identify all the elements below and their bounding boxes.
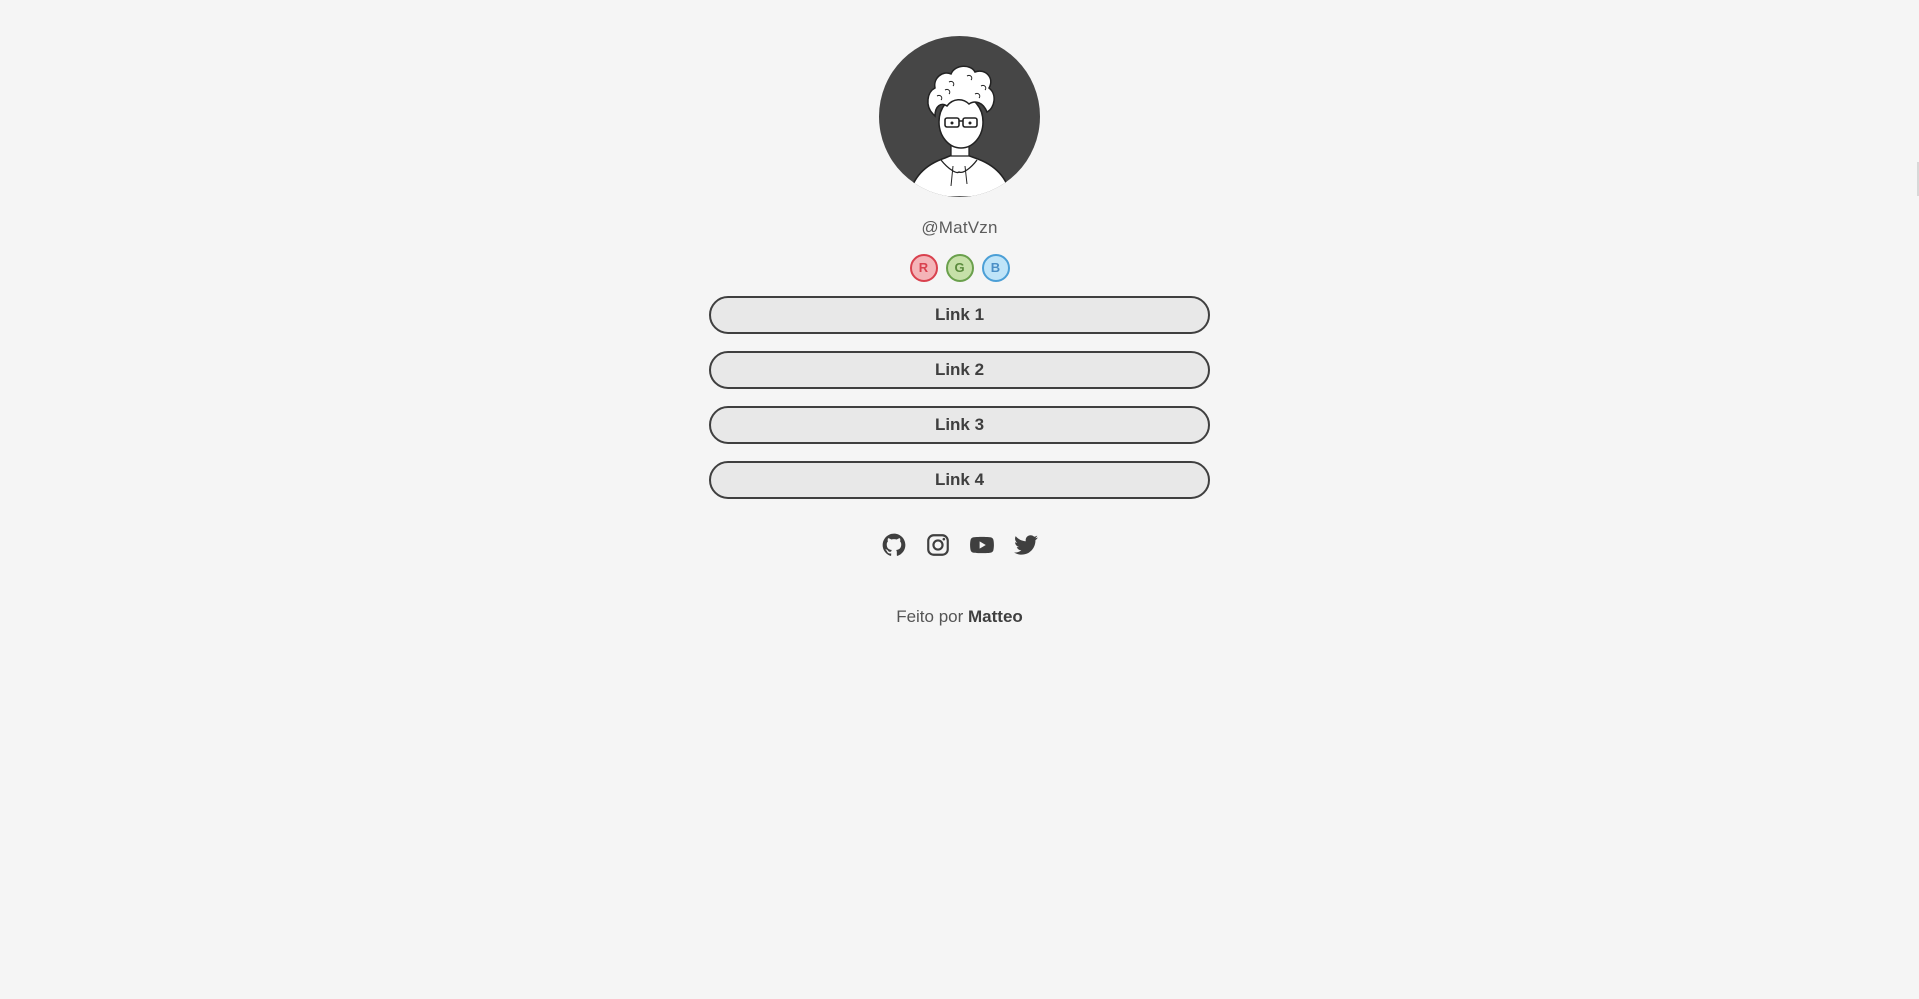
footer-credit: Feito por Matteo <box>896 606 1023 628</box>
instagram-icon[interactable] <box>925 532 951 558</box>
page: @MatVzn R G B Link 1 Link 2 Link 3 Link … <box>0 0 1919 999</box>
footer-prefix: Feito por <box>896 607 964 626</box>
link-2-button[interactable]: Link 2 <box>709 351 1210 389</box>
social-links <box>881 532 1039 558</box>
github-icon[interactable] <box>881 532 907 558</box>
twitter-icon[interactable] <box>1013 532 1039 558</box>
link-list: Link 1 Link 2 Link 3 Link 4 <box>709 296 1210 499</box>
theme-switcher: R G B <box>909 254 1010 282</box>
link-3-button[interactable]: Link 3 <box>709 406 1210 444</box>
footer-author-link[interactable]: Matteo <box>968 607 1023 626</box>
profile-container: @MatVzn R G B Link 1 Link 2 Link 3 Link … <box>709 36 1210 628</box>
theme-blue-button[interactable]: B <box>981 254 1010 282</box>
theme-red-button[interactable]: R <box>909 254 938 282</box>
link-4-button[interactable]: Link 4 <box>709 461 1210 499</box>
theme-green-button[interactable]: G <box>945 254 974 282</box>
link-1-button[interactable]: Link 1 <box>709 296 1210 334</box>
youtube-icon[interactable] <box>969 532 995 558</box>
profile-handle: @MatVzn <box>921 218 998 237</box>
avatar-illustration <box>908 65 1012 197</box>
avatar <box>879 36 1040 197</box>
